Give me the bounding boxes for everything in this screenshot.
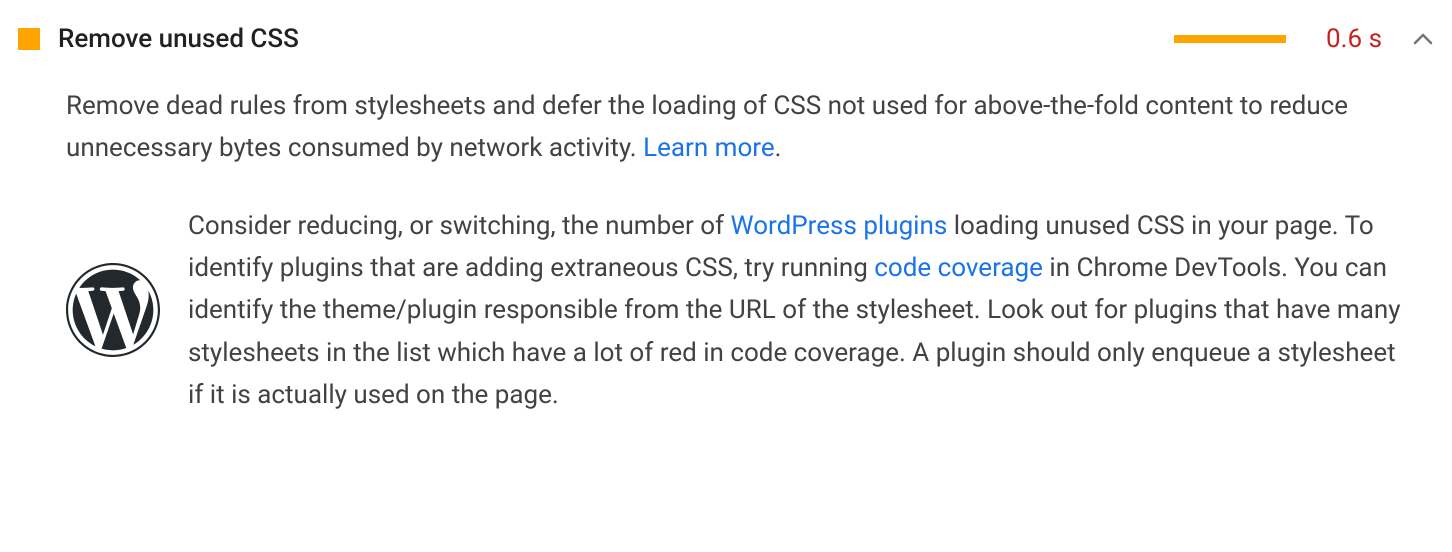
wp-text-1: Consider reducing, or switching, the num… [188, 211, 731, 241]
wordpress-icon [66, 263, 160, 357]
learn-more-link[interactable]: Learn more [643, 133, 775, 163]
wordpress-advice-text: Consider reducing, or switching, the num… [188, 205, 1410, 416]
savings-bar-icon [1174, 35, 1286, 43]
collapse-toggle[interactable] [1412, 28, 1434, 50]
wordpress-advice-section: Consider reducing, or switching, the num… [66, 205, 1410, 416]
chevron-up-icon [1413, 33, 1433, 45]
code-coverage-link[interactable]: code coverage [874, 253, 1043, 283]
audit-title: Remove unused CSS [58, 24, 1156, 54]
savings-value: 0.6 s [1326, 24, 1382, 54]
description-text-post: . [775, 133, 782, 163]
status-indicator-icon [18, 28, 40, 50]
audit-header[interactable]: Remove unused CSS 0.6 s [18, 24, 1434, 54]
audit-description: Remove dead rules from stylesheets and d… [66, 86, 1410, 169]
wordpress-plugins-link[interactable]: WordPress plugins [731, 211, 948, 241]
